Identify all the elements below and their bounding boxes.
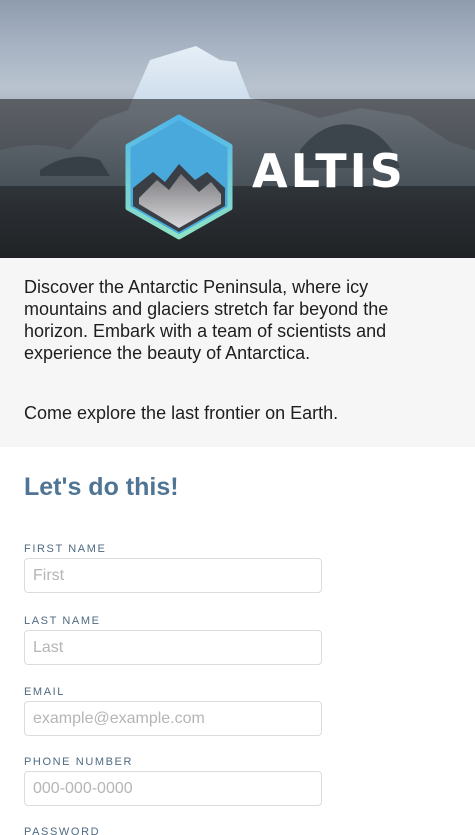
form-heading: Let's do this!: [24, 473, 179, 501]
intro-description: Discover the Antarctic Peninsula, where …: [24, 277, 389, 363]
phone-number-input[interactable]: [24, 771, 322, 806]
first-name-label: FIRST NAME: [24, 543, 107, 555]
brand-name: ALTIS: [252, 144, 406, 198]
intro-section: Discover the Antarctic Peninsula, where …: [0, 258, 475, 447]
first-name-input[interactable]: [24, 558, 322, 593]
last-name-label: LAST NAME: [24, 615, 101, 627]
first-name-field: FIRST NAME: [24, 543, 451, 593]
email-label: EMAIL: [24, 686, 66, 698]
password-field: PASSWORD: [24, 826, 451, 835]
mountain-hexagon-icon: [125, 114, 233, 240]
hero-banner: ALTIS: [0, 0, 475, 258]
last-name-input[interactable]: [24, 630, 322, 665]
signup-form: Let's do this! FIRST NAME LAST NAME EMAI…: [0, 473, 475, 835]
last-name-field: LAST NAME: [24, 615, 451, 665]
email-field: EMAIL: [24, 686, 451, 736]
email-input[interactable]: [24, 701, 322, 736]
phone-number-field: PHONE NUMBER: [24, 756, 451, 806]
intro-cta: Come explore the last frontier on Earth.: [24, 403, 339, 423]
password-label: PASSWORD: [24, 826, 101, 835]
phone-number-label: PHONE NUMBER: [24, 756, 134, 768]
